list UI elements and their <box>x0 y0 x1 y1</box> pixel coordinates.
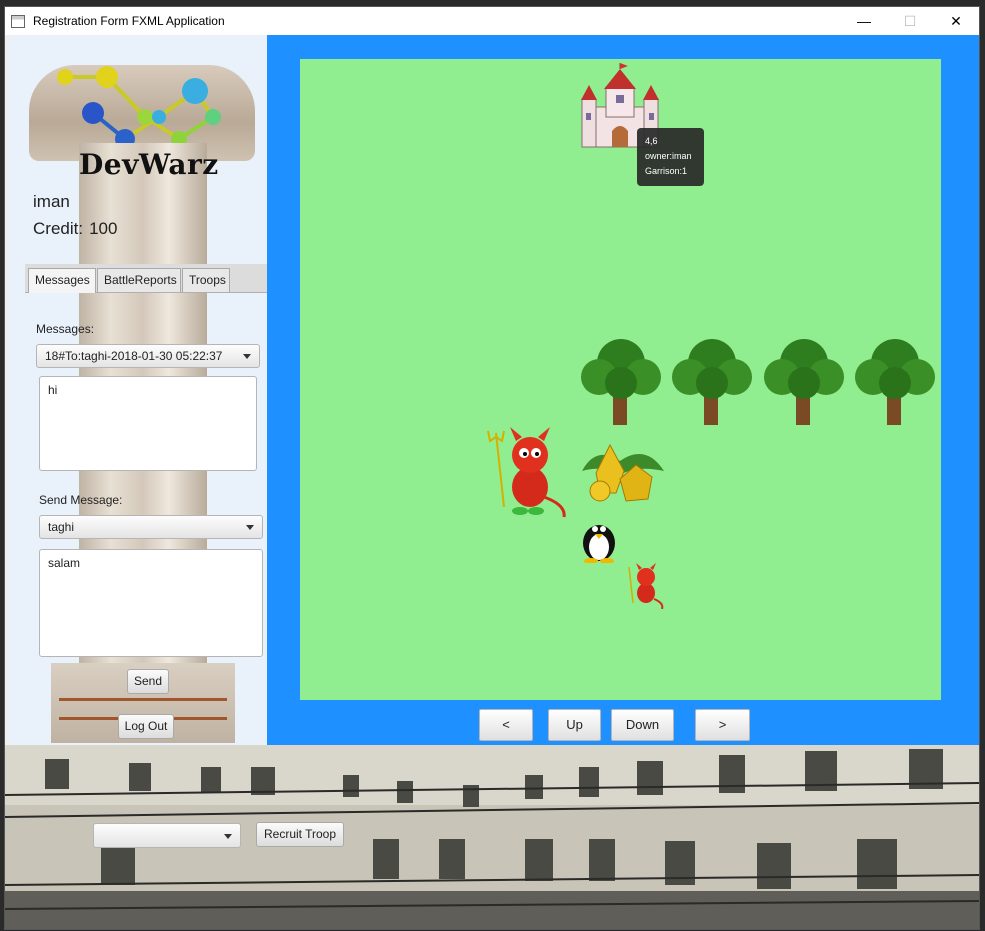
tooltip-garrison: Garrison:1 <box>645 166 688 176</box>
recipient-select-value: taghi <box>48 520 75 534</box>
minimize-button[interactable]: — <box>841 7 887 35</box>
tree-icon[interactable] <box>668 337 756 427</box>
side-panel: DevWarz iman Credit: 100 Messages BattleR… <box>9 35 267 745</box>
maximize-button[interactable]: ☐ <box>887 7 933 35</box>
send-button[interactable]: Send <box>127 669 169 694</box>
recipient-select[interactable]: taghi <box>39 515 263 539</box>
chevron-down-icon <box>246 525 254 530</box>
penguin-icon[interactable] <box>576 517 622 563</box>
chevron-down-icon <box>224 834 232 839</box>
gold-icon[interactable] <box>576 435 666 505</box>
bottom-panel: Recruit Troop <box>5 745 979 929</box>
app-window: Registration Form FXML Application — ☐ ✕ <box>4 6 980 930</box>
down-button[interactable]: Down <box>611 709 674 741</box>
window-title: Registration Form FXML Application <box>33 14 225 28</box>
up-button[interactable]: Up <box>548 709 601 741</box>
right-button[interactable]: > <box>695 709 750 741</box>
credit-label: Credit: <box>33 219 84 238</box>
tab-battlereports[interactable]: BattleReports <box>97 268 181 292</box>
brand-title: DevWarz <box>79 148 219 181</box>
left-button[interactable]: < <box>479 709 533 741</box>
message-body-text[interactable]: hi <box>39 376 257 471</box>
credit-line: Credit: 100 <box>33 219 117 239</box>
app-icon <box>11 14 25 28</box>
credit-value: 100 <box>89 219 118 238</box>
game-board[interactable]: 4,6 owner:iman Garrison:1 <box>300 59 941 700</box>
troop-select[interactable] <box>93 823 241 848</box>
recruit-troop-button[interactable]: Recruit Troop <box>256 822 344 847</box>
chevron-down-icon <box>243 354 251 359</box>
small-devil-icon[interactable] <box>624 563 664 609</box>
devwarz-logo-icon <box>57 66 221 143</box>
logout-button[interactable]: Log Out <box>118 714 174 739</box>
tab-troops[interactable]: Troops <box>182 268 230 292</box>
tooltip-owner: owner:iman <box>645 151 692 161</box>
tree-icon[interactable] <box>851 337 939 427</box>
send-message-input[interactable]: salam <box>39 549 263 657</box>
tab-messages[interactable]: Messages <box>28 268 96 293</box>
send-message-label: Send Message: <box>39 493 123 507</box>
close-button[interactable]: ✕ <box>933 7 979 35</box>
username-label: iman <box>33 192 70 211</box>
tile-tooltip: 4,6 owner:iman Garrison:1 <box>637 128 704 186</box>
messages-select[interactable]: 18#To:taghi-2018-01-30 05:22:37 <box>36 344 260 368</box>
troop-select-value <box>94 828 102 842</box>
title-bar: Registration Form FXML Application — ☐ ✕ <box>5 7 979 35</box>
tab-bar: Messages BattleReports Troops <box>25 264 267 293</box>
tree-icon[interactable] <box>577 337 665 427</box>
devil-icon[interactable] <box>486 427 570 519</box>
tree-icon[interactable] <box>760 337 848 427</box>
messages-label: Messages: <box>36 322 95 336</box>
game-panel: 4,6 owner:iman Garrison:1 < Up Down > <box>267 35 979 745</box>
tooltip-coords: 4,6 <box>645 136 658 146</box>
messages-select-value: 18#To:taghi-2018-01-30 05:22:37 <box>45 349 223 363</box>
